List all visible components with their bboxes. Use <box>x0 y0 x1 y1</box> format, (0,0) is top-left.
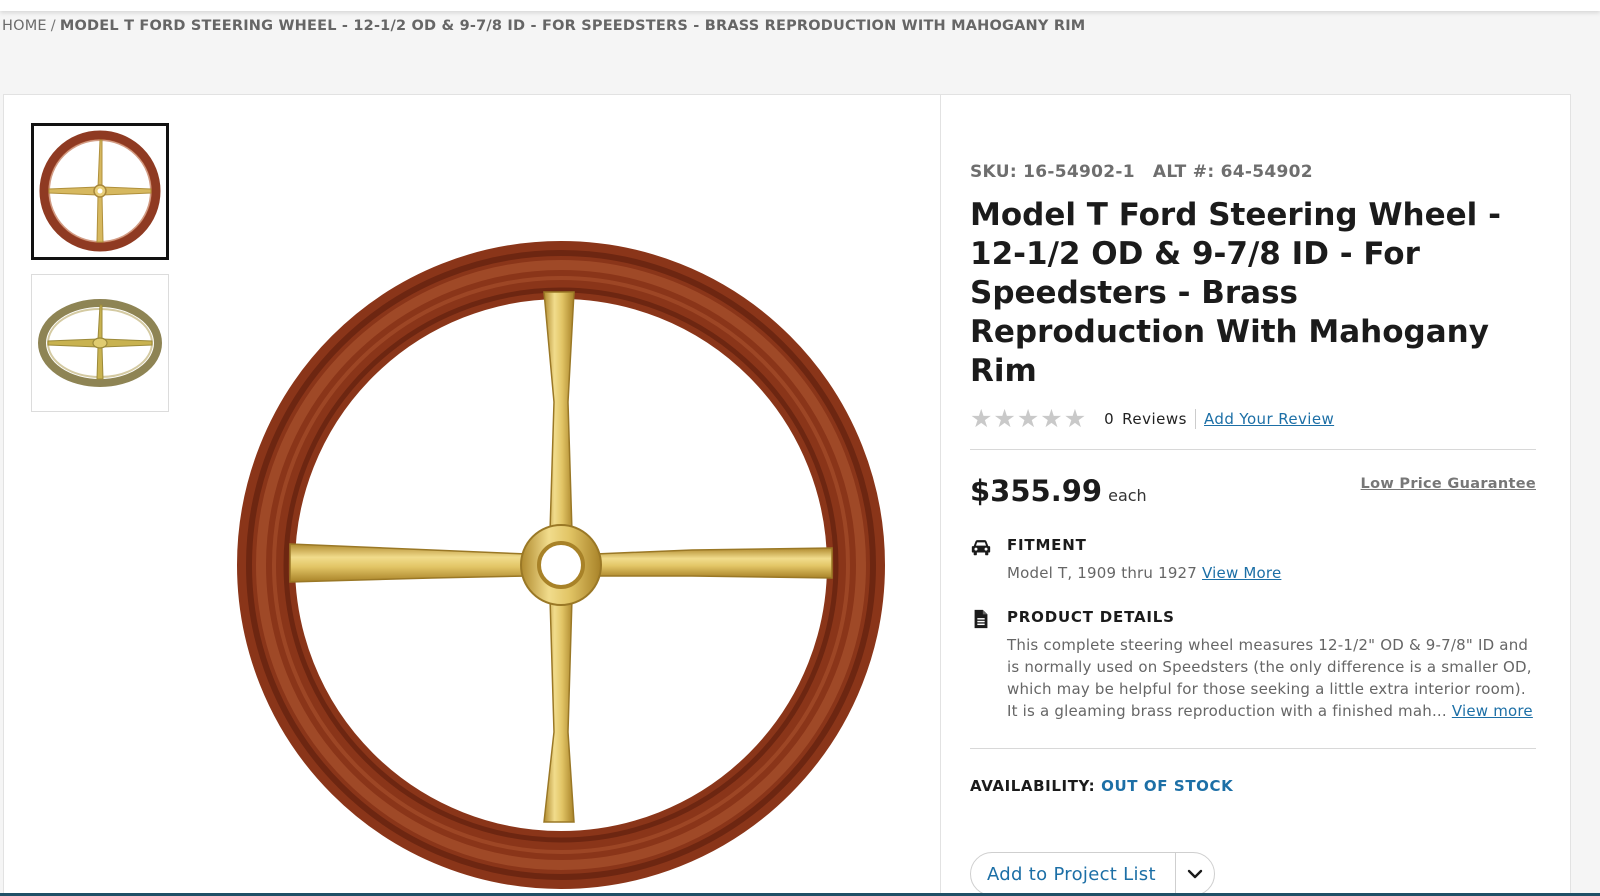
availability-label: AVAILABILITY: <box>970 777 1096 795</box>
price-unit: each <box>1108 486 1147 505</box>
top-bar <box>0 0 1600 11</box>
fitment-text: Model T, 1909 thru 1927 <box>1007 564 1198 582</box>
review-separator <box>1195 409 1196 429</box>
main-product-image[interactable] <box>232 232 888 896</box>
availability: AVAILABILITY: OUT OF STOCK <box>970 777 1540 795</box>
star-icon: ★ <box>993 404 1016 433</box>
product-details-view-more-link[interactable]: View more <box>1452 702 1533 720</box>
low-price-guarantee-link[interactable]: Low Price Guarantee <box>1361 476 1536 492</box>
star-icon: ★ <box>970 404 993 433</box>
product-details-heading: PRODUCT DETAILS <box>1007 608 1175 626</box>
breadcrumb-home-link[interactable]: HOME <box>2 18 47 34</box>
star-rating[interactable]: ★ ★ ★ ★ ★ <box>970 404 1087 433</box>
product-title: Model T Ford Steering Wheel - 12-1/2 OD … <box>970 197 1501 389</box>
product-info: SKU: 16-54902-1 ALT #: 64-54902 Model T F… <box>970 162 1540 795</box>
divider <box>970 748 1536 749</box>
add-review-link[interactable]: Add Your Review <box>1204 410 1334 428</box>
product-details-section: PRODUCT DETAILS This complete steering w… <box>970 608 1540 722</box>
star-icon: ★ <box>1063 404 1087 433</box>
add-to-project-list-button[interactable]: Add to Project List <box>970 852 1215 896</box>
add-to-project-list-label: Add to Project List <box>987 863 1156 885</box>
product-details-body: This complete steering wheel measures 12… <box>1007 634 1537 722</box>
project-list-dropdown-toggle[interactable] <box>1176 853 1214 895</box>
star-icon: ★ <box>1016 404 1040 433</box>
rating-row: ★ ★ ★ ★ ★ 0 Reviews Add Your Review <box>970 404 1540 433</box>
steering-wheel-image <box>237 241 885 889</box>
thumbnail-angled[interactable] <box>31 274 169 412</box>
car-icon <box>971 540 991 556</box>
sku-line: SKU: 16-54902-1 ALT #: 64-54902 <box>970 162 1540 182</box>
alt-sku-label: ALT #: 64-54902 <box>1152 162 1313 182</box>
review-count[interactable]: 0 Reviews <box>1104 410 1187 428</box>
thumbnail-front[interactable] <box>31 123 169 260</box>
breadcrumb: HOME / MODEL T FORD STEERING WHEEL - 12-1/… <box>2 18 1085 34</box>
breadcrumb-current: MODEL T FORD STEERING WHEEL - 12-1/2 OD … <box>59 18 1086 34</box>
product-price: $355.99 <box>970 474 1103 508</box>
fitment-section: FITMENT Model T, 1909 thru 1927 View Mor… <box>970 536 1540 584</box>
steering-wheel-angled-image <box>38 299 162 387</box>
chevron-down-icon <box>1187 869 1203 879</box>
breadcrumb-separator: / <box>50 18 56 34</box>
star-icon: ★ <box>1040 404 1063 433</box>
review-count-label: Reviews <box>1122 410 1187 428</box>
review-count-number: 0 <box>1104 410 1115 428</box>
fitment-view-more-link[interactable]: View More <box>1202 564 1281 582</box>
divider <box>970 449 1536 450</box>
steering-wheel-front-image <box>39 130 161 252</box>
fitment-heading: FITMENT <box>1007 536 1087 554</box>
availability-status: OUT OF STOCK <box>1101 777 1234 795</box>
document-icon <box>974 609 988 629</box>
price-row: $355.99 each Low Price Guarantee <box>970 474 1540 514</box>
sku-label: SKU: 16-54902-1 <box>970 162 1135 182</box>
panel-divider <box>940 94 941 896</box>
fitment-body: Model T, 1909 thru 1927 View More <box>1007 562 1540 584</box>
